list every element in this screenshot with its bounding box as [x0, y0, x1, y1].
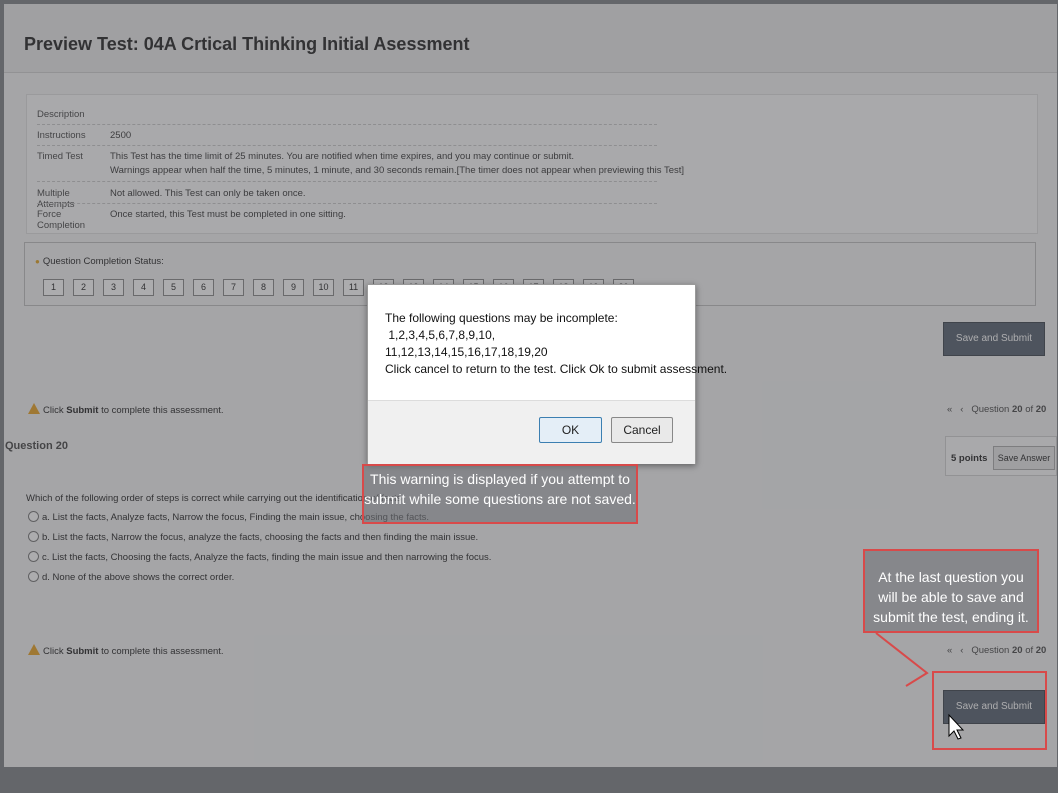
callout-pointer	[875, 632, 965, 740]
callout-arrow-line	[875, 632, 929, 687]
submit-highlight-box	[932, 671, 1047, 750]
